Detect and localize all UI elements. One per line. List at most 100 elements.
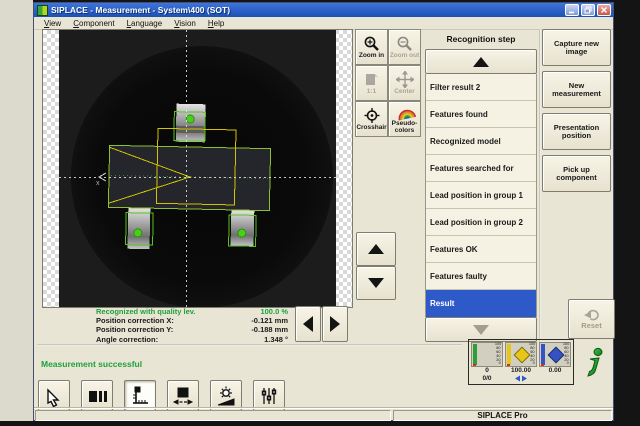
green-bar [473, 344, 477, 365]
quality-row: Recognized with quality lev. 100.0 % [96, 307, 292, 316]
app-window: SIPLACE - Measurement - System\400 (SOT)… [33, 2, 614, 421]
blue-bar [541, 344, 545, 365]
camera-image[interactable] [59, 30, 336, 307]
component-meters: 100806040200 100806040200 100806040200 0… [468, 339, 574, 385]
menu-item[interactable]: Component [67, 19, 120, 28]
close-button[interactable] [597, 4, 611, 16]
measurement-results: Recognized with quality lev. 100.0 % Pos… [96, 307, 292, 344]
recognition-header: Recognition step [425, 29, 537, 49]
app-icon [37, 5, 48, 16]
right-arrow-icon [330, 316, 340, 332]
recognition-step-item[interactable]: Features faulty [426, 263, 536, 290]
recognition-step-item[interactable]: Features searched for [426, 155, 536, 182]
recognition-step-item[interactable]: Lead position in group 1 [426, 182, 536, 209]
undo-icon [584, 308, 600, 321]
zoom-in-icon [363, 35, 381, 52]
statusbar-product: SIPLACE Pro [393, 410, 612, 421]
vertical-divider [539, 29, 541, 345]
tick-label: 0 [499, 363, 501, 366]
action-button[interactable]: Presentation position [542, 113, 611, 150]
action-button[interactable]: New measurement [542, 71, 611, 108]
meter-value: 100.00 [505, 367, 537, 375]
meter-panel-yellow: 100806040200 [505, 342, 537, 367]
tick-label: 0 [533, 363, 535, 366]
lamp-icon [215, 385, 237, 407]
meter-count: 0/0 [471, 375, 503, 383]
left-arrow-icon [303, 316, 313, 332]
recognition-step-item[interactable]: Features found [426, 101, 536, 128]
down-arrow-icon [473, 325, 489, 335]
desktop-background [0, 0, 33, 421]
zoom-out-button[interactable]: Zoom out [388, 29, 421, 65]
restore-button[interactable] [581, 4, 595, 16]
meter-value: 0 [471, 367, 503, 375]
recognition-panel: Recognition step Filter result 2Features… [425, 29, 537, 342]
step-up-button[interactable] [356, 232, 396, 266]
action-button-column: Capture new image New measurement Presenta… [542, 29, 611, 197]
crosshair-icon [363, 107, 381, 124]
settings-sliders-button[interactable] [253, 380, 285, 411]
minimize-button[interactable] [565, 4, 579, 16]
illumination-button[interactable] [210, 380, 242, 411]
component-view-button[interactable] [81, 380, 113, 411]
measurement-tool-button[interactable] [124, 380, 156, 411]
component-icon [86, 385, 108, 407]
ruler-measure-icon [129, 385, 151, 407]
recognition-step-item[interactable]: Lead position in group 2 [426, 209, 536, 236]
statusbar: SIPLACE Pro [34, 408, 613, 422]
up-arrow-icon [473, 57, 489, 67]
recognition-step-item[interactable]: Features OK [426, 236, 536, 263]
statusbar-left-panel [35, 410, 391, 421]
titlebar: SIPLACE - Measurement - System\400 (SOT) [34, 3, 613, 17]
camera-viewport[interactable]: x [42, 29, 353, 308]
up-arrow-icon [368, 244, 384, 254]
reset-button[interactable]: Reset [568, 299, 615, 339]
sliders-icon [258, 385, 280, 407]
menu-item[interactable]: Vision [168, 19, 202, 28]
recognition-step-item[interactable]: Recognized model [426, 128, 536, 155]
next-button[interactable] [322, 306, 348, 342]
bottom-toolbar [38, 380, 285, 411]
scale-icon [505, 375, 537, 382]
menu-item[interactable]: Help [202, 19, 230, 28]
info-icon [583, 347, 607, 379]
meter-panel-blue: 100806040200 [539, 342, 571, 367]
menu-item[interactable]: View [38, 19, 67, 28]
center-button[interactable]: Center [388, 65, 421, 101]
down-arrow-icon [368, 278, 384, 288]
dimension-tool-button[interactable] [167, 380, 199, 411]
recognition-step-item[interactable]: Filter result 2 [426, 74, 536, 101]
dimension-icon [172, 385, 194, 407]
status-message: Measurement successful [41, 359, 142, 369]
zoom-in-button[interactable]: Zoom in [355, 29, 388, 65]
one-to-one-button[interactable]: 1:1 [355, 65, 388, 101]
menu-item[interactable]: Language [121, 19, 169, 28]
crosshair-button[interactable]: Crosshair [355, 101, 388, 137]
recognition-list: Filter result 2Features foundRecognized … [425, 74, 537, 317]
recognition-step-item[interactable]: Result [426, 290, 536, 317]
zoom-out-icon [396, 35, 414, 52]
horizontal-divider [37, 344, 462, 346]
center-icon [396, 71, 414, 88]
correction-row: Position correction Y: -0.188 mm [96, 325, 292, 334]
meter-value: 0.00 [539, 367, 571, 375]
window-title: SIPLACE - Measurement - System\400 (SOT) [51, 5, 565, 15]
action-button[interactable]: Pick up component [542, 155, 611, 192]
pointer-tool-button[interactable] [38, 380, 70, 411]
previous-button[interactable] [295, 306, 321, 342]
tick-label: 0 [567, 363, 569, 366]
pseudo-colors-icon [393, 102, 416, 122]
correction-row: Angle correction: 1.348 ° [96, 335, 292, 344]
x-axis-label: x [96, 180, 100, 187]
cursor-arrow-icon [43, 385, 65, 407]
action-button[interactable]: Capture new image [542, 29, 611, 66]
step-down-button[interactable] [356, 266, 396, 300]
pseudo-colors-button[interactable]: Pseudo-colors [388, 101, 421, 137]
list-scroll-up-button[interactable] [425, 49, 537, 74]
correction-row: Position correction X: -0.121 mm [96, 316, 292, 325]
image-toolbar: Zoom in Zoom out 1:1 Center Crosshair Ps… [355, 29, 421, 137]
one-to-one-icon [363, 71, 381, 88]
info-button[interactable] [583, 347, 607, 379]
meter-panel-green: 100806040200 [471, 342, 503, 367]
yellow-bar [507, 344, 511, 365]
